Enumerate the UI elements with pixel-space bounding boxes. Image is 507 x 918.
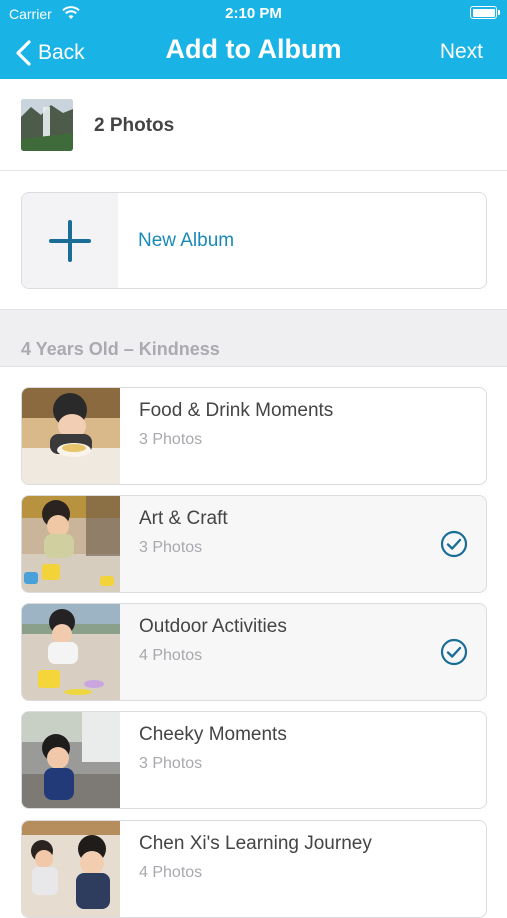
section-title: 4 Years Old – Kindness (21, 339, 220, 359)
nav-bar: Back Add to Album Next (0, 28, 507, 79)
album-thumbnail (22, 388, 120, 484)
album-name: Outdoor Activities (139, 616, 287, 637)
album-item[interactable]: Art & Craft 3 Photos (21, 495, 487, 593)
header: Carrier 2:10 PM Back Add to Album Next (0, 0, 507, 79)
album-thumbnail (22, 712, 120, 808)
next-button[interactable]: Next (440, 40, 483, 64)
new-album-button[interactable]: New Album (21, 192, 487, 289)
battery-icon (470, 6, 500, 19)
status-time: 2:10 PM (225, 5, 282, 22)
new-album-label: New Album (138, 230, 235, 251)
selected-photos-row: 2 Photos (0, 79, 507, 171)
album-item[interactable]: Chen Xi's Learning Journey 4 Photos (21, 820, 487, 918)
album-name: Food & Drink Moments (139, 400, 334, 421)
plus-icon (49, 220, 91, 262)
album-thumbnail (22, 604, 120, 700)
album-thumbnail (22, 821, 120, 917)
check-circle-icon (440, 530, 468, 558)
album-photo-count: 3 Photos (139, 431, 203, 448)
album-photo-count: 4 Photos (139, 864, 203, 881)
new-album-icon-box (22, 193, 118, 288)
album-item[interactable]: Food & Drink Moments 3 Photos (21, 387, 487, 485)
album-item[interactable]: Cheeky Moments 3 Photos (21, 711, 487, 809)
album-name: Cheeky Moments (139, 724, 287, 745)
selected-photo-thumbnail (21, 99, 73, 151)
check-circle-icon (440, 638, 468, 666)
page-title: Add to Album (165, 34, 342, 64)
status-bar: Carrier 2:10 PM (0, 0, 507, 28)
album-item[interactable]: Outdoor Activities 4 Photos (21, 603, 487, 701)
album-photo-count: 3 Photos (139, 539, 203, 556)
section-header: 4 Years Old – Kindness (0, 309, 507, 367)
album-name: Art & Craft (139, 508, 228, 529)
album-photo-count: 3 Photos (139, 755, 203, 772)
selected-count: 2 Photos (94, 115, 175, 136)
album-photo-count: 4 Photos (139, 647, 203, 664)
album-name: Chen Xi's Learning Journey (139, 833, 372, 854)
album-thumbnail (22, 496, 120, 592)
